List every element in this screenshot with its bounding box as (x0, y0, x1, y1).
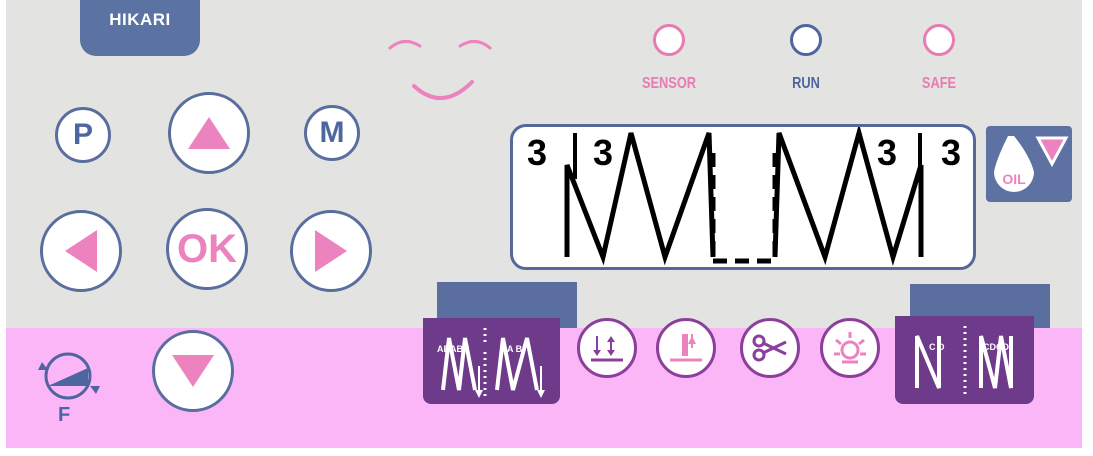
oil-button[interactable]: OIL (986, 126, 1072, 202)
triangle-down-icon (172, 355, 214, 387)
start-key-label-b: A B (507, 344, 523, 354)
triangle-left-icon (65, 230, 97, 272)
start-key-label-a: ABAB (437, 344, 463, 354)
mode-button[interactable]: M (304, 105, 360, 161)
oil-drop-icon: OIL (994, 136, 1069, 192)
program-button[interactable]: P (55, 107, 111, 163)
run-indicator-light (790, 24, 822, 56)
run-label: RUN (792, 75, 820, 92)
safe-indicator-light (923, 24, 955, 56)
speed-function-button[interactable] (30, 348, 110, 404)
sewing-control-panel: HIKARI SENSOR RUN SAFE P M OK 3 3 3 3 OI… (0, 0, 1093, 456)
ok-button[interactable]: OK (166, 208, 248, 290)
up-arrow-button[interactable] (168, 92, 250, 174)
ok-button-label: OK (177, 226, 237, 271)
down-arrow-button[interactable] (152, 330, 234, 412)
sensor-label: SENSOR (641, 75, 697, 92)
work-light-button[interactable] (820, 318, 880, 378)
triangle-right-icon (315, 230, 347, 272)
end-key-label-b: CDCD (983, 342, 1009, 352)
mode-button-label: M (319, 116, 345, 149)
speed-function-label: F (58, 404, 71, 426)
triangle-up-icon (188, 117, 230, 149)
oil-label: OIL (1002, 171, 1026, 187)
end-backtack-pattern-icon (915, 326, 1013, 394)
needle-thread-button[interactable] (577, 318, 637, 378)
program-button-label: P (72, 118, 93, 151)
left-edge (0, 0, 6, 456)
start-backtack-pattern-icon (441, 328, 545, 398)
stitch-pattern-display: 3 3 3 3 (510, 124, 976, 270)
brand-name: HIKARI (109, 10, 171, 29)
lamp-icon (834, 332, 866, 364)
safe-label: SAFE (921, 75, 957, 92)
scissors-icon (752, 334, 787, 362)
left-arrow-button[interactable] (40, 210, 122, 292)
sensor-indicator-light (653, 24, 685, 56)
smiley-face-icon (388, 40, 492, 101)
end-backtack-key[interactable]: C D CDCD (895, 316, 1034, 404)
right-arrow-button[interactable] (290, 210, 372, 292)
presser-foot-button[interactable] (656, 318, 716, 378)
presser-foot-icon (670, 334, 702, 362)
stitch-zigzag-graphic (564, 127, 924, 266)
bottom-edge (0, 448, 1093, 456)
brand-logo: HIKARI (80, 0, 200, 56)
speed-ramp-icon (38, 352, 100, 400)
needle-up-down-icon (591, 336, 623, 362)
thread-trim-button[interactable] (740, 318, 800, 378)
start-backtack-key[interactable]: ABAB A B (423, 318, 560, 404)
right-edge (1082, 0, 1093, 456)
end-key-label-a: C D (929, 342, 945, 352)
